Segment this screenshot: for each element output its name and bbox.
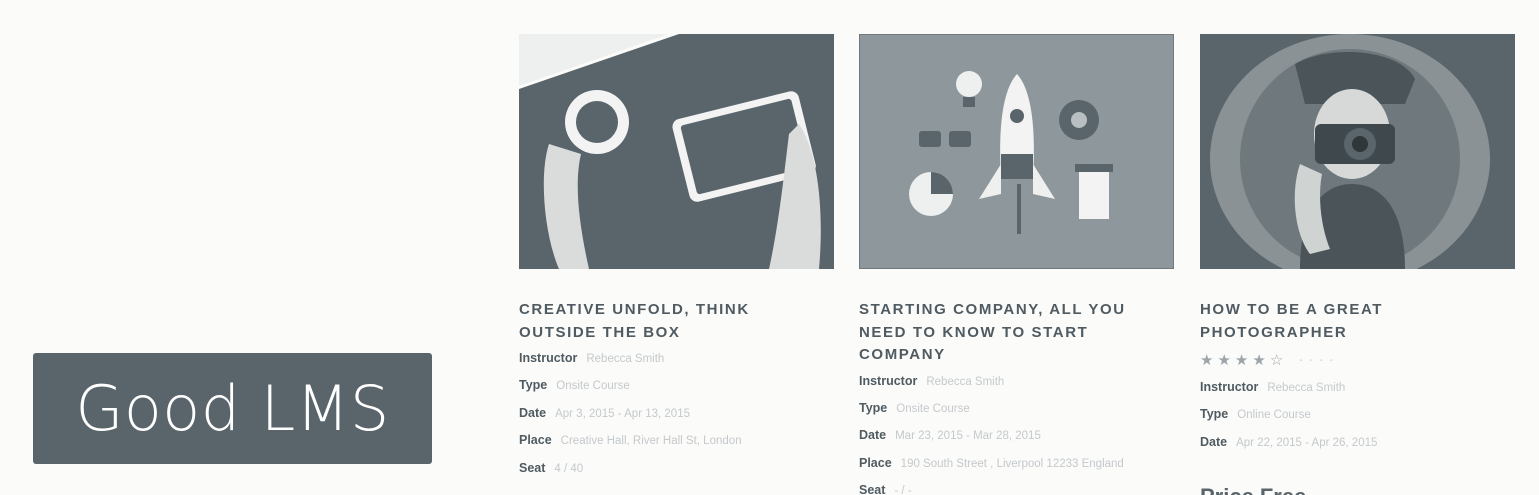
meta-label: Place xyxy=(859,455,892,470)
meta-date: Date Apr 22, 2015 - Apr 26, 2015 xyxy=(1200,435,1539,462)
rating-stars: ★ ★ ★ ★ ☆ - - - - xyxy=(1200,352,1539,368)
meta-value: Onsite Course xyxy=(556,380,630,393)
price-label: Price xyxy=(1200,484,1254,495)
meta-value: 4 / 40 xyxy=(554,462,584,475)
meta-value: Online Course xyxy=(1237,409,1311,422)
meta-value: Creative Hall, River Hall St, London xyxy=(560,435,742,448)
course-card: STARTING COMPANY, ALL YOU NEED TO KNOW T… xyxy=(859,34,1174,495)
course-card: CREATIVE UNFOLD, THINK OUTSIDE THE BOX I… xyxy=(519,34,834,488)
course-title[interactable]: STARTING COMPANY, ALL YOU NEED TO KNOW T… xyxy=(859,299,1159,367)
star-filled-icon: ★ xyxy=(1200,351,1214,369)
meta-label: Type xyxy=(1200,407,1229,422)
tablet-coffee-icon xyxy=(519,34,834,269)
price-value: Free xyxy=(1260,484,1306,495)
course-meta: Instructor Rebecca Smith Type Online Cou… xyxy=(1200,380,1539,462)
meta-date: Date Mar 23, 2015 - Mar 28, 2015 xyxy=(859,428,1174,455)
meta-place: Place Creative Hall, River Hall St, Lond… xyxy=(519,433,834,460)
course-price: Price Free xyxy=(1200,484,1306,495)
meta-value: Apr 3, 2015 - Apr 13, 2015 xyxy=(555,407,690,420)
meta-type: Type Online Course xyxy=(1200,407,1539,434)
course-meta: Instructor Rebecca Smith Type Onsite Cou… xyxy=(519,351,834,488)
meta-seat: Seat - / - xyxy=(859,483,1174,495)
star-filled-icon: ★ xyxy=(1234,351,1249,369)
meta-label: Instructor xyxy=(859,373,918,388)
rocket-startup-icon xyxy=(859,34,1174,269)
course-title[interactable]: HOW TO BE A GREAT PHOTOGRAPHER xyxy=(1200,299,1500,344)
meta-value: Onsite Course xyxy=(896,402,970,415)
course-meta: Instructor Rebecca Smith Type Onsite Cou… xyxy=(859,374,1174,495)
brand-name: Good LMS xyxy=(75,372,390,445)
meta-label: Seat xyxy=(519,460,546,475)
meta-label: Type xyxy=(859,400,888,415)
meta-type: Type Onsite Course xyxy=(859,401,1174,428)
star-filled-icon: ★ xyxy=(1217,351,1231,369)
meta-instructor: Instructor Rebecca Smith xyxy=(859,374,1174,401)
brand-logo[interactable]: Good LMS xyxy=(33,353,432,464)
meta-label: Place xyxy=(519,433,552,448)
meta-type: Type Onsite Course xyxy=(519,378,834,405)
meta-value[interactable]: Rebecca Smith xyxy=(1267,382,1345,394)
meta-value: - / - xyxy=(894,485,912,495)
course-thumbnail[interactable] xyxy=(1200,34,1515,269)
meta-date: Date Apr 3, 2015 - Apr 13, 2015 xyxy=(519,406,834,433)
meta-label: Date xyxy=(519,405,547,420)
photographer-camera-icon xyxy=(1200,34,1515,269)
meta-value: Apr 22, 2015 - Apr 26, 2015 xyxy=(1236,436,1378,449)
meta-value: Mar 23, 2015 - Mar 28, 2015 xyxy=(895,430,1041,443)
meta-label: Date xyxy=(1200,434,1228,449)
course-title[interactable]: CREATIVE UNFOLD, THINK OUTSIDE THE BOX xyxy=(519,299,819,344)
star-filled-icon: ★ xyxy=(1252,351,1266,369)
course-thumbnail[interactable] xyxy=(859,34,1174,269)
meta-label: Type xyxy=(519,378,548,393)
meta-seat: Seat 4 / 40 xyxy=(519,461,834,488)
star-empty-icon: ☆ xyxy=(1269,351,1284,369)
meta-label: Date xyxy=(859,428,887,443)
rating-count: - - - - xyxy=(1299,354,1335,366)
meta-place: Place 190 South Street , Liverpool 12233… xyxy=(859,456,1174,483)
meta-value[interactable]: Rebecca Smith xyxy=(586,353,664,365)
meta-instructor: Instructor Rebecca Smith xyxy=(519,351,834,378)
meta-label: Instructor xyxy=(519,351,578,365)
meta-value: 190 South Street , Liverpool 12233 Engla… xyxy=(900,457,1124,470)
course-card: HOW TO BE A GREAT PHOTOGRAPHER ★ ★ ★ ★ ☆… xyxy=(1200,34,1539,495)
course-thumbnail[interactable] xyxy=(519,34,834,269)
meta-label: Seat xyxy=(859,483,886,495)
meta-label: Instructor xyxy=(1200,380,1259,394)
meta-value[interactable]: Rebecca Smith xyxy=(926,376,1004,388)
meta-instructor: Instructor Rebecca Smith xyxy=(1200,380,1539,407)
